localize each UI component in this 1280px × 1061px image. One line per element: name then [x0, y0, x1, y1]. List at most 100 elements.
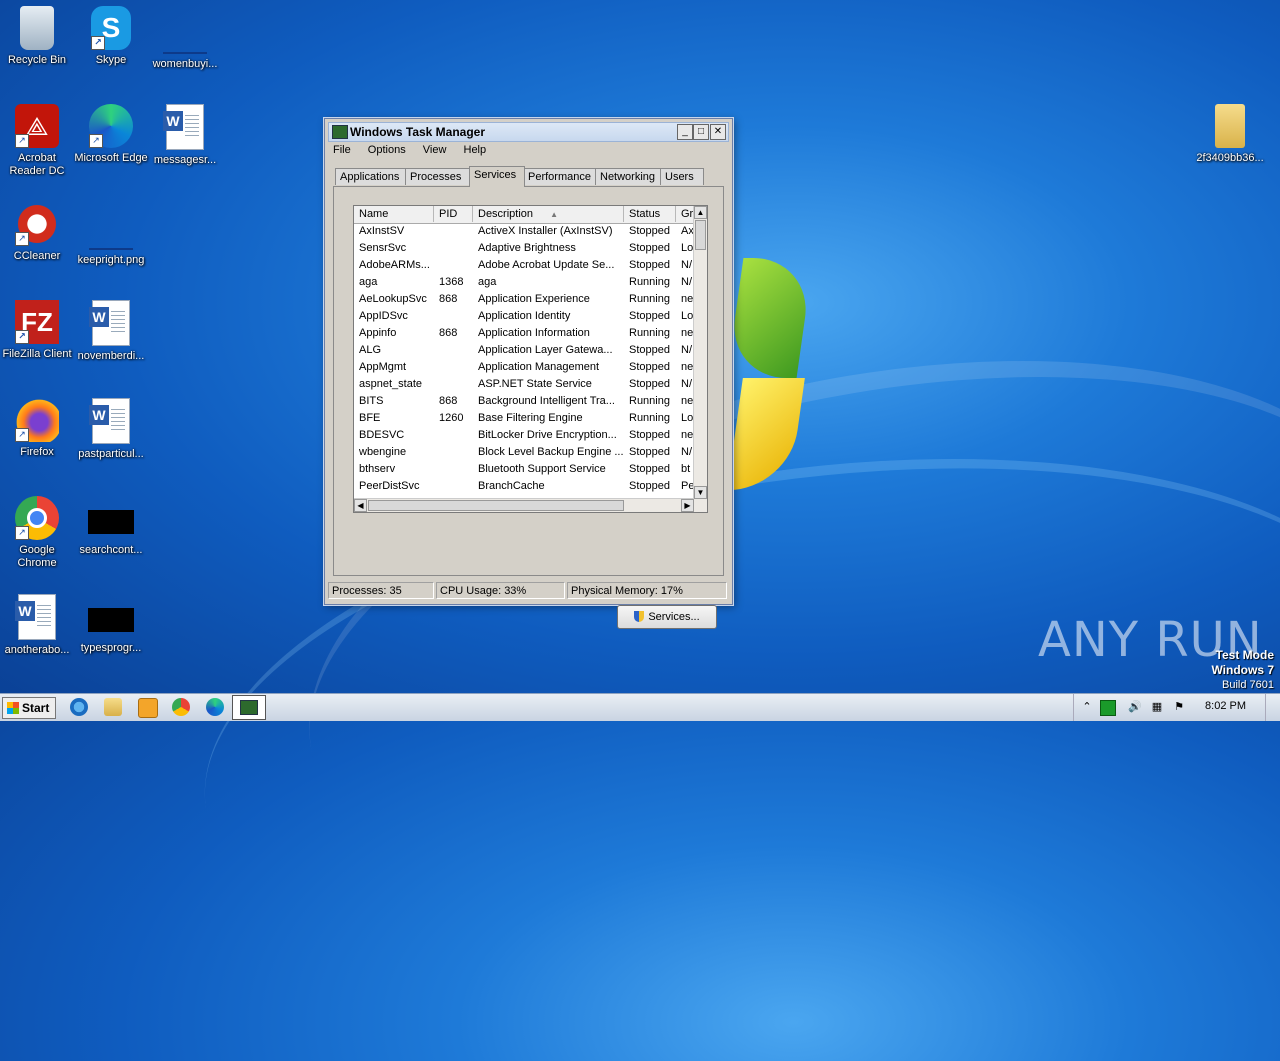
menu-options[interactable]: Options: [368, 144, 406, 156]
table-row[interactable]: BDESVC BitLocker Drive Encryption... Stopp…: [354, 427, 694, 444]
service-description-cell: ActiveX Installer (AxInstSV): [478, 225, 613, 237]
vertical-scrollbar[interactable]: ▲ ▼: [693, 206, 707, 512]
table-row[interactable]: ALG Application Layer Gatewa... Stopped N/: [354, 342, 694, 359]
services-list[interactable]: Name PID Description ▲ Status Gr AxInstS…: [353, 205, 708, 513]
table-row[interactable]: wbengine Block Level Backup Engine ... Sto…: [354, 444, 694, 461]
table-row[interactable]: AdobeARMs... Adobe Acrobat Update Se... St…: [354, 257, 694, 274]
table-row[interactable]: aspnet_state ASP.NET State Service Stopped…: [354, 376, 694, 393]
tab-applications[interactable]: Applications: [335, 168, 407, 185]
close-button[interactable]: ✕: [710, 124, 726, 140]
service-name-cell: AeLookupSvc: [359, 293, 427, 305]
chrome-taskbar-icon[interactable]: [172, 698, 190, 716]
horizontal-scroll-thumb[interactable]: [368, 500, 624, 511]
desktop-icon-acrobat[interactable]: ⟁ ↗ Acrobat Reader DC: [0, 104, 74, 178]
table-row[interactable]: BITS 868 Background Intelligent Tra... Runn…: [354, 393, 694, 410]
tab-networking[interactable]: Networking: [595, 168, 662, 185]
horizontal-scrollbar[interactable]: ◀ ▶: [354, 498, 694, 512]
service-name-cell: aspnet_state: [359, 378, 422, 390]
desktop-icon-typesprogr[interactable]: typesprogr...: [74, 594, 148, 655]
show-desktop-button[interactable]: [1265, 694, 1280, 721]
wallpaper-windows-logo-green: [726, 258, 814, 378]
shortcut-arrow-icon: ↗: [15, 526, 29, 540]
services-button[interactable]: Services...: [617, 605, 717, 629]
tab-users[interactable]: Users: [660, 168, 704, 185]
maximize-button[interactable]: □: [693, 124, 709, 140]
internet-explorer-icon[interactable]: [70, 698, 88, 716]
edge-icon: ↗: [89, 104, 133, 148]
edge-taskbar-icon[interactable]: [206, 698, 224, 716]
desktop-icon-searchcont[interactable]: searchcont...: [74, 496, 148, 557]
service-pid-cell: 1260: [439, 412, 464, 424]
scroll-right-arrow-icon[interactable]: ▶: [681, 499, 694, 512]
test-mode-notice: Test Mode Windows 7 Build 7601: [1211, 648, 1274, 692]
scroll-left-arrow-icon[interactable]: ◀: [354, 499, 367, 512]
network-icon[interactable]: ▦: [1150, 700, 1164, 714]
service-status-cell: Running: [629, 395, 670, 407]
status-physical-memory: Physical Memory: 17%: [567, 582, 727, 599]
png-file-icon: [89, 202, 133, 250]
network-monitor-icon[interactable]: [1100, 700, 1116, 716]
tab-processes[interactable]: Processes: [405, 168, 471, 185]
table-row[interactable]: AppMgmt Application Management Stopped ne: [354, 359, 694, 376]
desktop-icon-folder-2f3409[interactable]: 2f3409bb36...: [1193, 104, 1267, 165]
column-header-description-label: Description: [478, 208, 534, 220]
menu-view[interactable]: View: [423, 144, 447, 156]
table-row[interactable]: BFE 1260 Base Filtering Engine Running Lo: [354, 410, 694, 427]
column-header-group[interactable]: Gr: [676, 206, 694, 222]
service-status-cell: Stopped: [629, 225, 670, 237]
column-header-status[interactable]: Status: [624, 206, 676, 222]
desktop-icon-anotherabo[interactable]: W anotherabo...: [0, 594, 74, 657]
desktop-icon-recycle-bin[interactable]: Recycle Bin: [0, 6, 74, 67]
service-group-cell: ne: [681, 327, 694, 339]
desktop-icon-label: novemberdi...: [77, 350, 145, 362]
folder-icon: [1215, 104, 1245, 148]
service-name-cell: BITS: [359, 395, 384, 407]
desktop-icon-ccleaner[interactable]: ↗ CCleaner: [0, 202, 74, 263]
table-row[interactable]: AeLookupSvc 868 Application Experience Runn…: [354, 291, 694, 308]
desktop-icon-firefox[interactable]: ↗ Firefox: [0, 398, 74, 459]
column-header-pid[interactable]: PID: [434, 206, 473, 222]
table-row[interactable]: AppIDSvc Application Identity Stopped Lo: [354, 308, 694, 325]
vertical-scroll-thumb[interactable]: [695, 220, 706, 250]
scroll-up-arrow-icon[interactable]: ▲: [694, 206, 707, 219]
tab-performance[interactable]: Performance: [523, 168, 597, 185]
tab-services[interactable]: Services: [469, 166, 525, 187]
word-doc-icon: W: [89, 398, 130, 444]
column-header-name[interactable]: Name: [354, 206, 434, 222]
desktop-icon-pastparticul[interactable]: W pastparticul...: [74, 398, 148, 461]
status-bar: Processes: 35 CPU Usage: 33% Physical Me…: [328, 582, 729, 600]
service-description-cell: Base Filtering Engine: [478, 412, 583, 424]
recycle-bin-icon: [20, 6, 54, 50]
desktop-icon-label: messagesr...: [153, 154, 217, 166]
task-manager-taskbar-button[interactable]: [232, 695, 266, 720]
desktop-icon-skype[interactable]: S ↗ Skype: [74, 6, 148, 67]
desktop-icon-womenbuyi[interactable]: womenbuyi...: [148, 6, 222, 71]
media-player-icon[interactable]: [138, 698, 158, 718]
file-explorer-icon[interactable]: [104, 698, 122, 716]
service-group-cell: Ax: [681, 225, 694, 237]
desktop-icon-messagesr[interactable]: W messagesr...: [148, 104, 222, 167]
menu-help[interactable]: Help: [464, 144, 487, 156]
menu-file[interactable]: File: [333, 144, 351, 156]
table-row[interactable]: PeerDistSvc BranchCache Stopped Pe: [354, 478, 694, 495]
table-row[interactable]: AxInstSV ActiveX Installer (AxInstSV) Stop…: [354, 223, 694, 240]
start-button[interactable]: Start: [2, 697, 56, 719]
action-center-flag-icon[interactable]: ⚑: [1172, 700, 1186, 714]
table-row[interactable]: bthserv Bluetooth Support Service Stopped b…: [354, 461, 694, 478]
clock[interactable]: 8:02 PM: [1205, 700, 1246, 712]
table-row[interactable]: SensrSvc Adaptive Brightness Stopped Lo: [354, 240, 694, 257]
column-header-description[interactable]: Description ▲: [473, 206, 624, 222]
volume-icon[interactable]: 🔊: [1128, 700, 1142, 714]
table-row[interactable]: Appinfo 868 Application Information Running…: [354, 325, 694, 342]
show-hidden-icons-icon[interactable]: ⌃: [1080, 700, 1094, 714]
desktop-icon-chrome[interactable]: ↗ Google Chrome: [0, 496, 74, 570]
desktop-icon-novemberdi[interactable]: W novemberdi...: [74, 300, 148, 363]
desktop-icon-filezilla[interactable]: FZ ↗ FileZilla Client: [0, 300, 74, 361]
desktop-icon-keepright[interactable]: keepright.png: [74, 202, 148, 267]
minimize-button[interactable]: _: [677, 124, 693, 140]
table-row[interactable]: aga 1368 aga Running N/: [354, 274, 694, 291]
desktop-icon-edge[interactable]: ↗ Microsoft Edge: [74, 104, 148, 165]
title-bar[interactable]: Windows Task Manager _ □ ✕: [328, 122, 729, 142]
system-tray: ⌃ 🔊 ▦ ⚑ 8:02 PM: [1073, 694, 1280, 721]
scroll-down-arrow-icon[interactable]: ▼: [694, 486, 707, 499]
